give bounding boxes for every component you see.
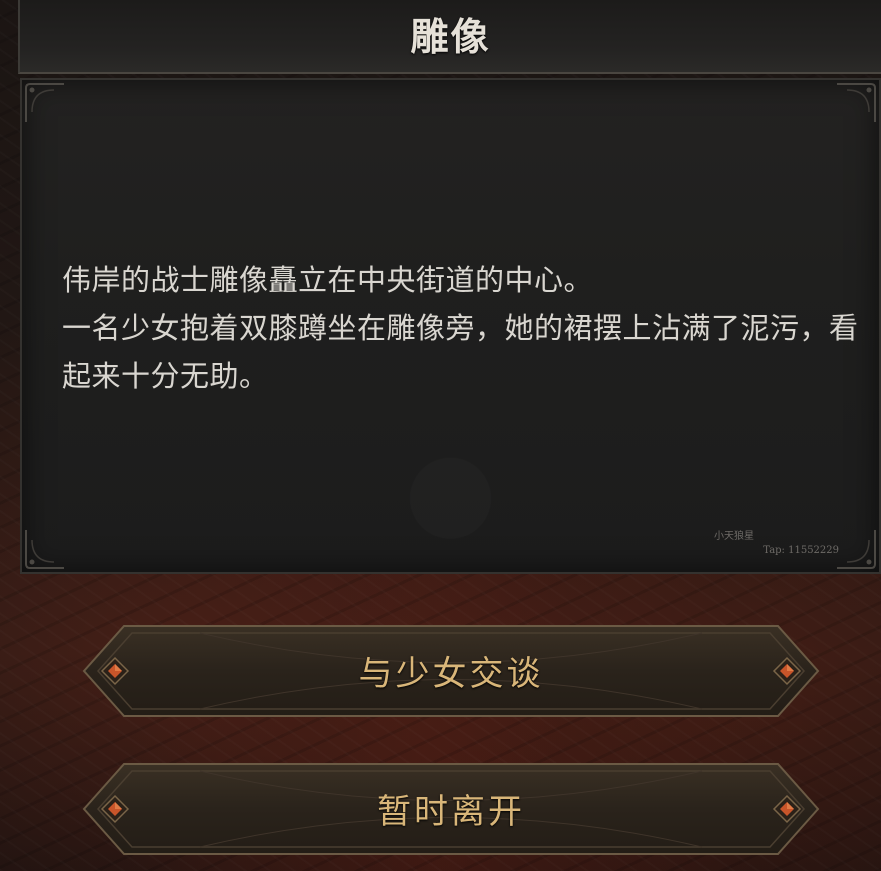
ornate-corner-icon	[837, 83, 876, 122]
ornate-corner-icon	[25, 530, 64, 569]
page-title: 雕像	[410, 15, 491, 59]
description-line: 一名少女抱着双膝蹲坐在雕像旁，她的裙摆上沾满了泥污，看起来十分无助。	[62, 311, 859, 393]
choice-label: 暂时离开	[377, 792, 525, 832]
watermark-tap-id: Tap: 11552229	[763, 545, 839, 556]
choice-leave-button[interactable]: 暂时离开	[80, 760, 822, 858]
choice-label: 与少女交谈	[358, 654, 544, 694]
choice-talk-to-girl-button[interactable]: 与少女交谈	[80, 622, 822, 720]
title-bar: 雕像	[18, 0, 881, 74]
description-line: 伟岸的战士雕像矗立在中央街道的中心。	[62, 263, 594, 297]
watermark: 小天狼星 Tap: 11552229	[714, 530, 839, 558]
ornate-corner-icon	[25, 83, 64, 122]
watermark-name: 小天狼星	[714, 531, 754, 542]
description-panel: 伟岸的战士雕像矗立在中央街道的中心。 一名少女抱着双膝蹲坐在雕像旁，她的裙摆上沾…	[20, 78, 881, 574]
event-description: 伟岸的战士雕像矗立在中央街道的中心。 一名少女抱着双膝蹲坐在雕像旁，她的裙摆上沾…	[62, 256, 862, 400]
